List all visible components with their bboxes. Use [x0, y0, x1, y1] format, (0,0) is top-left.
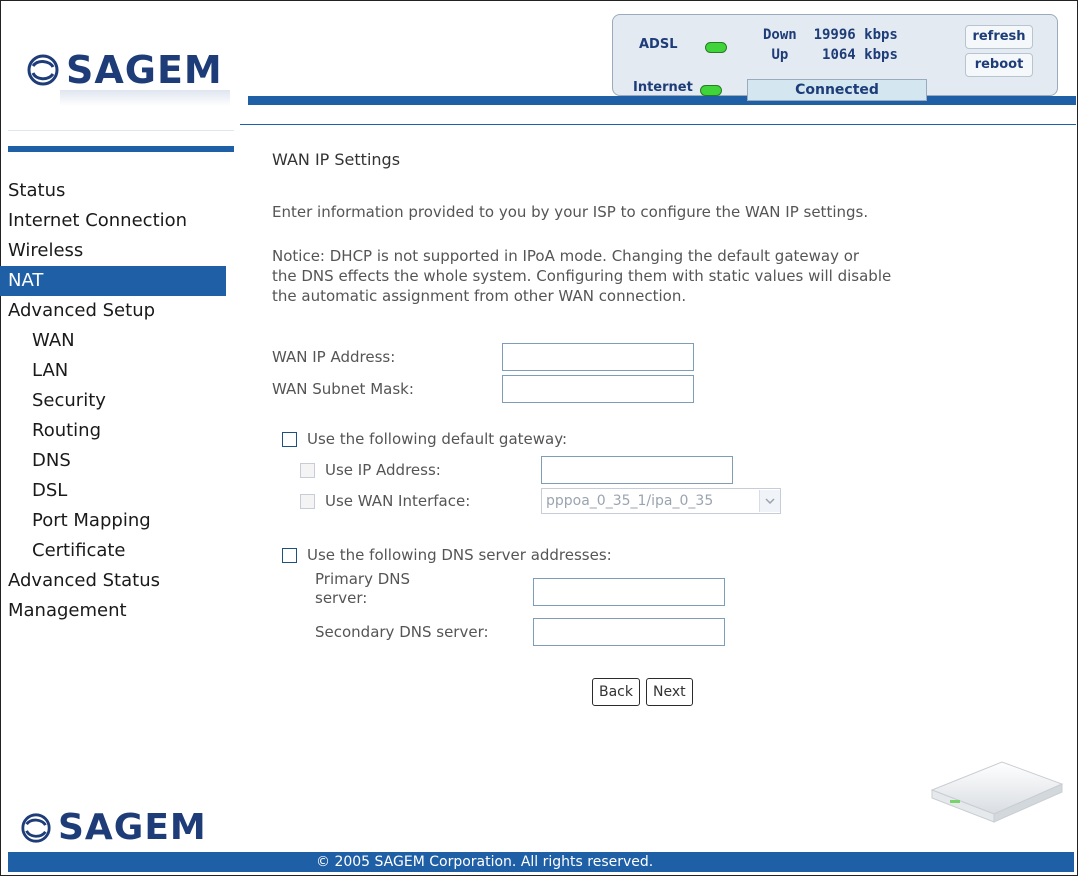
- sidebar-item-advanced-setup[interactable]: Advanced Setup: [0, 296, 226, 326]
- rates-block: Down 19996 kbps Up 1064 kbps: [763, 25, 898, 65]
- primary-dns-row: Primary DNS server:: [315, 568, 725, 608]
- refresh-button[interactable]: refresh: [965, 25, 1033, 49]
- intro-text: Enter information provided to you by you…: [272, 203, 869, 221]
- down-label: Down: [763, 27, 797, 43]
- up-rate: 1064 kbps: [822, 47, 898, 63]
- sidebar-item-status[interactable]: Status: [0, 176, 226, 206]
- dns-checkbox-label: Use the following DNS server addresses:: [307, 546, 612, 564]
- secondary-dns-input[interactable]: [533, 618, 725, 646]
- sagem-swirl-icon: [27, 54, 59, 86]
- header-divider: [240, 124, 1076, 125]
- notice-text: Notice: DHCP is not supported in IPoA mo…: [272, 246, 891, 306]
- notice-line: the automatic assignment from other WAN …: [272, 287, 687, 305]
- wan-mask-row: WAN Subnet Mask:: [272, 375, 694, 403]
- down-rate: 19996 kbps: [813, 27, 898, 43]
- sidebar-item-nat[interactable]: NAT: [0, 266, 226, 296]
- sidebar-item-routing[interactable]: Routing: [0, 416, 226, 446]
- adsl-label: ADSL: [639, 37, 678, 52]
- notice-line: the DNS effects the whole system. Config…: [272, 267, 892, 285]
- sagem-swirl-icon: [21, 812, 51, 843]
- gateway-checkbox[interactable]: [282, 431, 297, 447]
- primary-dns-input[interactable]: [533, 578, 725, 606]
- sidebar-item-certificate[interactable]: Certificate: [0, 536, 226, 566]
- use-ip-input[interactable]: [541, 456, 733, 484]
- internet-label: Internet: [633, 80, 693, 95]
- sidebar-item-advanced-status[interactable]: Advanced Status: [0, 566, 226, 596]
- use-ip-row: Use IP Address:: [300, 456, 733, 484]
- dns-checkbox[interactable]: [282, 547, 297, 563]
- reboot-button[interactable]: reboot: [965, 53, 1033, 77]
- sidebar-item-dsl[interactable]: DSL: [0, 476, 226, 506]
- sidebar-divider: [8, 130, 234, 131]
- status-panel: ADSL Internet Down 19996 kbps Up 1064 kb…: [612, 14, 1058, 101]
- footer-logo: SAGEM: [20, 807, 207, 848]
- sidebar-top-bar: [8, 146, 234, 152]
- sidebar-nav: Status Internet Connection Wireless NAT Adva…: [0, 176, 226, 626]
- use-wan-if-checkbox[interactable]: [300, 493, 315, 509]
- brand-name: SAGEM: [66, 48, 223, 92]
- secondary-dns-label: Secondary DNS server:: [315, 623, 489, 641]
- sidebar-item-security[interactable]: Security: [0, 386, 226, 416]
- footer-bar: © 2005 SAGEM Corporation. All rights res…: [8, 852, 1074, 872]
- secondary-dns-row: Secondary DNS server:: [315, 618, 725, 646]
- use-ip-checkbox[interactable]: [300, 462, 315, 478]
- logo-reflection: [60, 90, 230, 106]
- dns-row: Use the following DNS server addresses:: [282, 546, 612, 564]
- wan-interface-select[interactable]: pppoa_0_35_1/ipa_0_35: [541, 488, 781, 514]
- primary-dns-label-line: server:: [315, 589, 368, 607]
- sidebar-item-wan[interactable]: WAN: [0, 326, 226, 356]
- wan-ip-row: WAN IP Address:: [272, 343, 694, 371]
- notice-line: Notice: DHCP is not supported in IPoA mo…: [272, 247, 860, 265]
- adsl-led-icon: [705, 42, 727, 53]
- wan-interface-selected: pppoa_0_35_1/ipa_0_35: [546, 493, 714, 509]
- sidebar-item-dns[interactable]: DNS: [0, 446, 226, 476]
- back-button[interactable]: Back: [592, 678, 640, 706]
- copyright-text: © 2005 SAGEM Corporation. All rights res…: [316, 854, 654, 870]
- header-logo: SAGEM: [26, 48, 223, 92]
- primary-dns-label-line: Primary DNS: [315, 570, 411, 588]
- action-buttons: Back Next: [592, 678, 693, 706]
- use-wan-if-row: Use WAN Interface: pppoa_0_35_1/ipa_0_35: [300, 488, 781, 514]
- header-bar: [248, 96, 1076, 105]
- router-device-icon: [930, 761, 1064, 823]
- sidebar-item-internet-connection[interactable]: Internet Connection: [0, 206, 226, 236]
- next-button[interactable]: Next: [646, 678, 693, 706]
- wan-ip-label: WAN IP Address:: [272, 348, 396, 366]
- use-ip-label: Use IP Address:: [325, 461, 441, 479]
- gateway-row: Use the following default gateway:: [282, 430, 567, 448]
- use-wan-if-label: Use WAN Interface:: [325, 492, 471, 510]
- up-label: Up: [771, 47, 789, 63]
- internet-led-icon: [700, 85, 722, 96]
- primary-dns-label: Primary DNS server:: [315, 568, 533, 608]
- sidebar-item-port-mapping[interactable]: Port Mapping: [0, 506, 226, 536]
- chevron-down-icon: [759, 490, 780, 512]
- gateway-checkbox-label: Use the following default gateway:: [307, 430, 568, 448]
- connection-status: Connected: [747, 79, 927, 101]
- wan-mask-label: WAN Subnet Mask:: [272, 380, 414, 398]
- sidebar-item-management[interactable]: Management: [0, 596, 226, 626]
- sidebar-item-wireless[interactable]: Wireless: [0, 236, 226, 266]
- sidebar-item-lan[interactable]: LAN: [0, 356, 226, 386]
- page-title: WAN IP Settings: [272, 150, 401, 169]
- wan-mask-input[interactable]: [502, 375, 694, 403]
- footer-brand-name: SAGEM: [58, 807, 207, 848]
- wan-ip-input[interactable]: [502, 343, 694, 371]
